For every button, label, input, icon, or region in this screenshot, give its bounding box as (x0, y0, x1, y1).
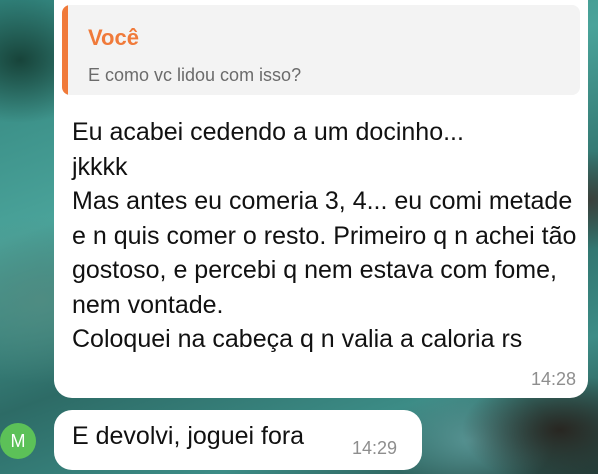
message-text: E devolvi, joguei fora (72, 422, 305, 450)
message-text: Eu acabei cedendo a um docinho... jkkkk … (72, 118, 577, 353)
avatar[interactable]: M (0, 423, 36, 459)
reply-text: E como vc lidou com isso? (88, 65, 302, 85)
reply-author: Você (88, 25, 139, 50)
message-timestamp: 14:29 (352, 438, 398, 458)
reply-accent-bar (62, 5, 68, 95)
quoted-reply[interactable]: Você E como vc lidou com isso? (62, 5, 580, 95)
message-timestamp: 14:28 (530, 369, 576, 389)
message-bubble[interactable]: Você E como vc lidou com isso? Eu acabei… (54, 0, 588, 398)
message-bubble[interactable]: E devolvi, joguei fora 14:29 (54, 410, 422, 470)
